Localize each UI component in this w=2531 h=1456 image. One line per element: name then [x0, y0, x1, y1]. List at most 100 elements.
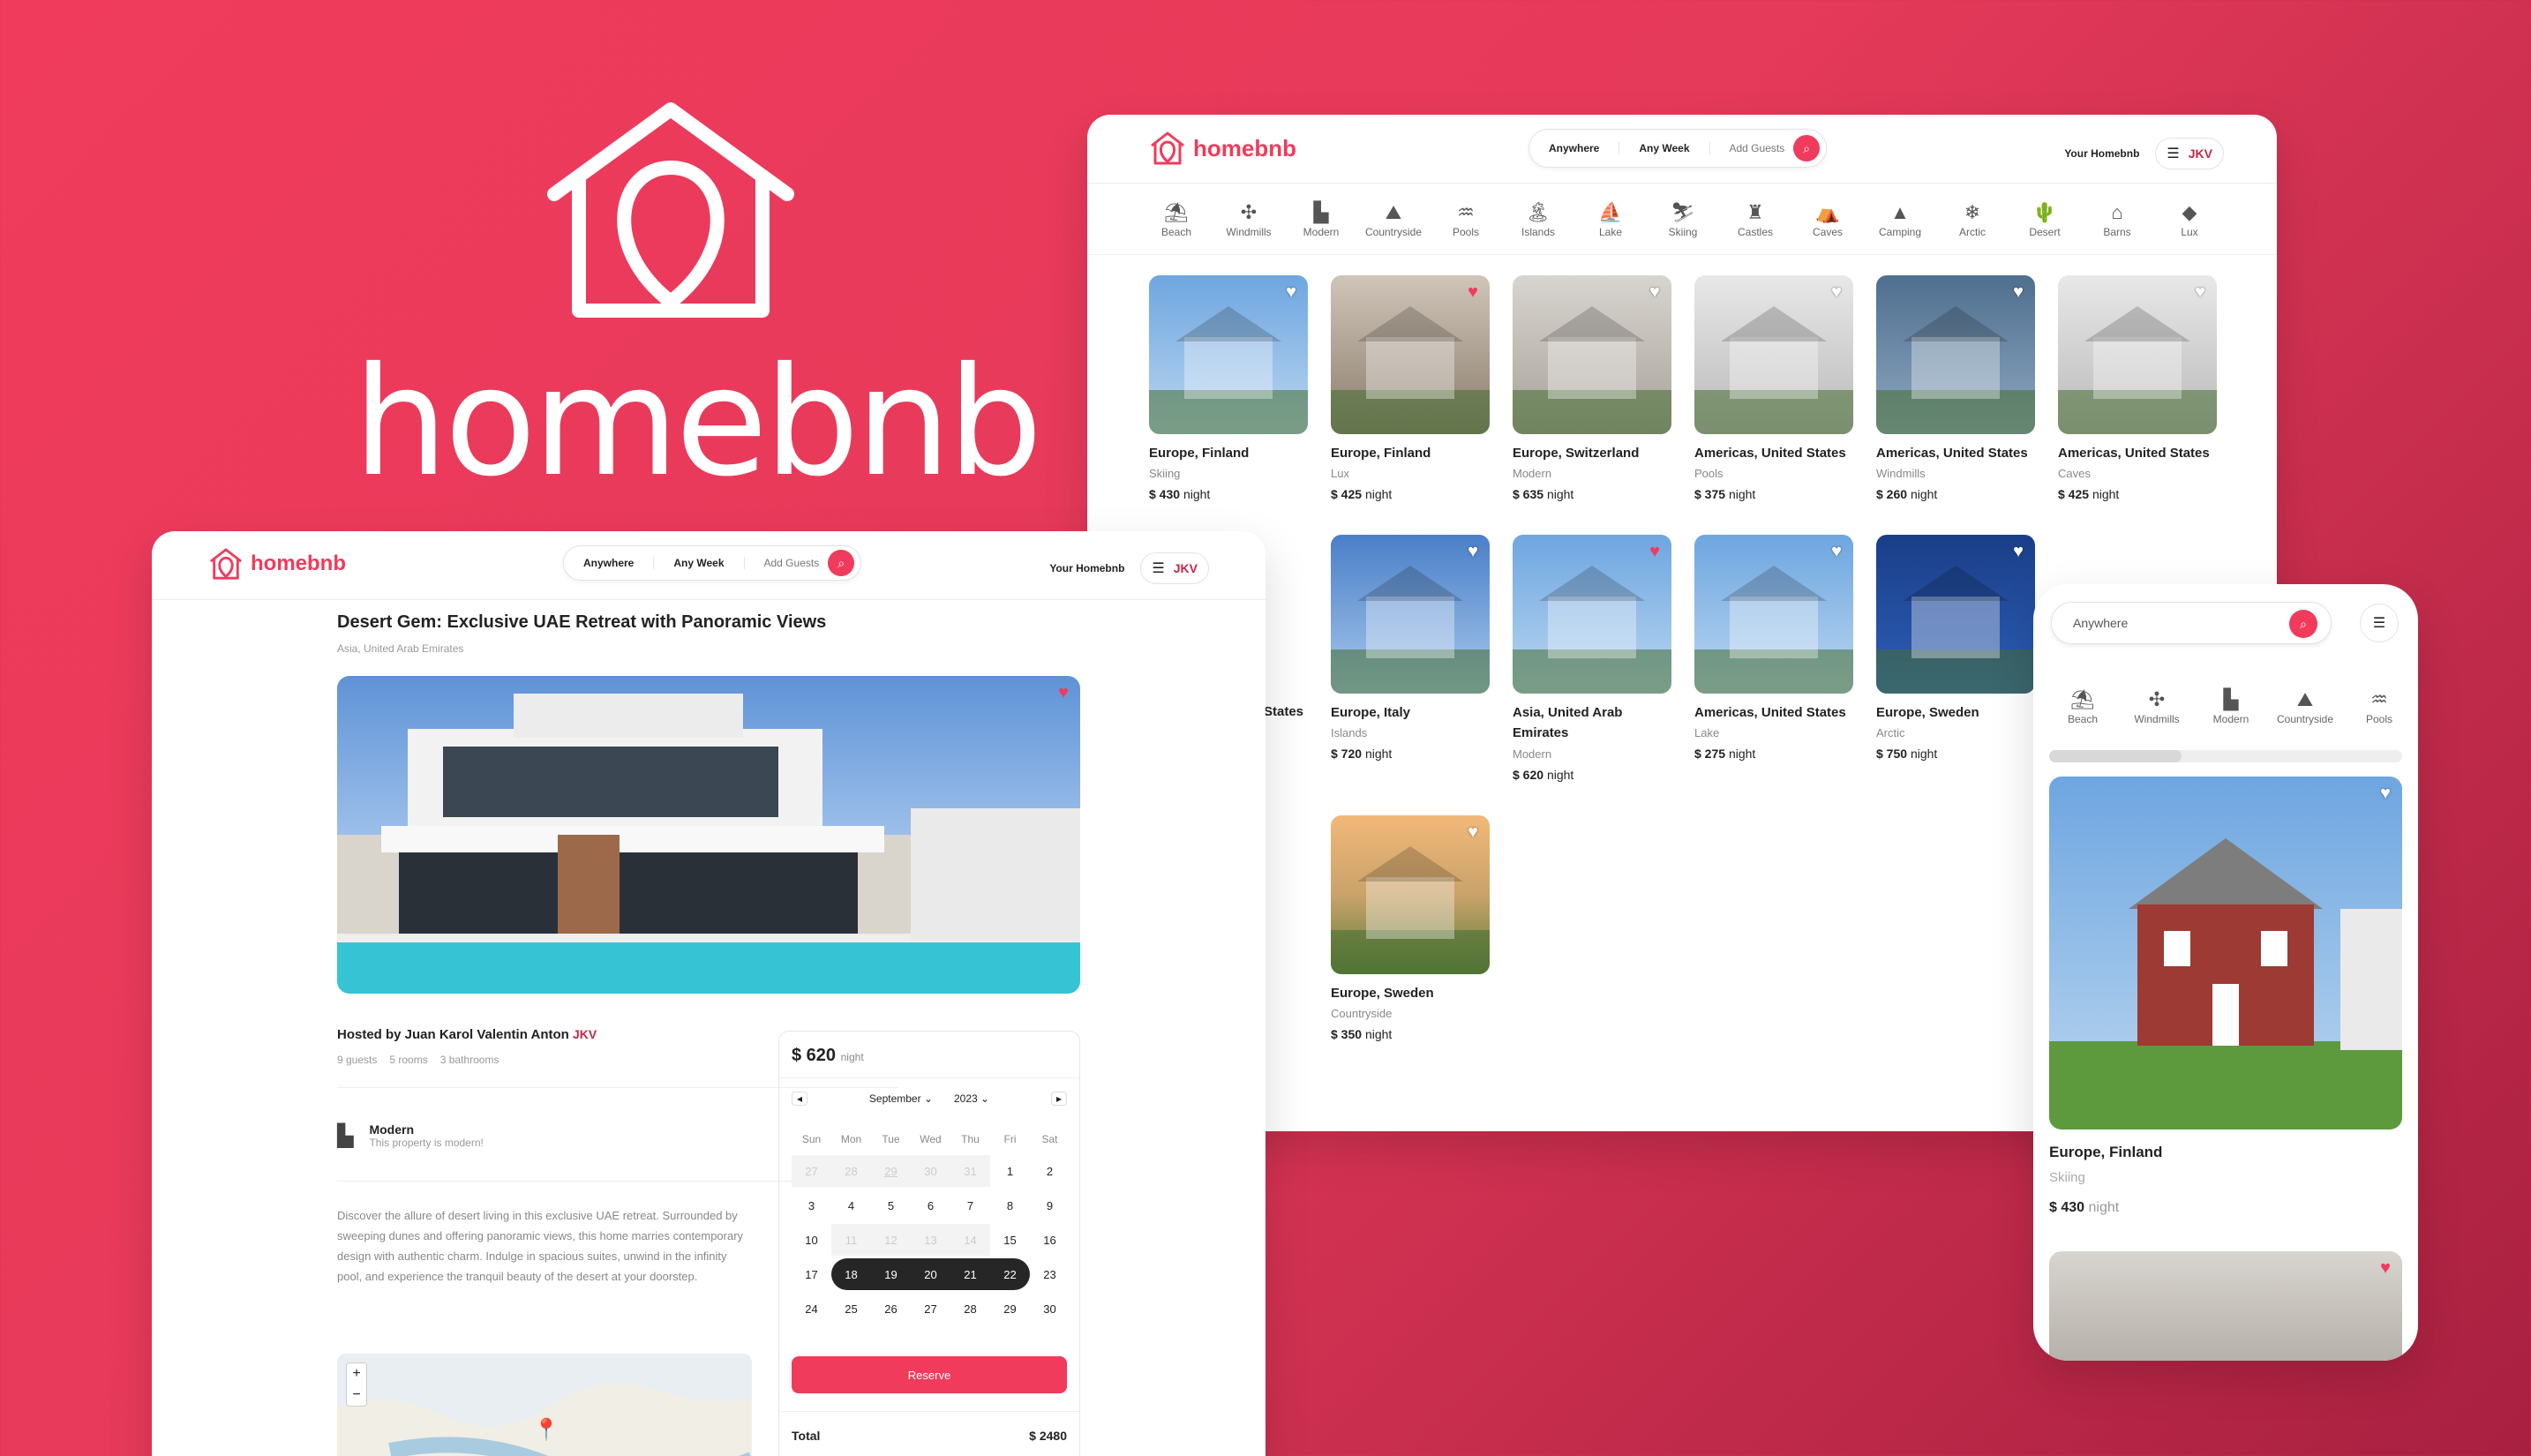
mobile-listing-photo-2[interactable]: ♥ — [2049, 1251, 2402, 1361]
category-modern[interactable]: ▙ Modern — [2194, 687, 2268, 725]
calendar-day[interactable]: 26 — [871, 1293, 911, 1325]
favorite-heart-icon[interactable]: ♥ — [1281, 282, 1301, 302]
user-menu[interactable]: ☰ JKV — [2155, 138, 2224, 169]
listing-card[interactable]: ♥ Europe, Sweden Countryside $ 350 night — [1331, 815, 1490, 1041]
category-caves[interactable]: ⛺ Caves — [1791, 199, 1864, 238]
calendar-day[interactable]: 12 — [871, 1224, 911, 1256]
calendar-day[interactable]: 14 — [950, 1224, 990, 1256]
calendar-day[interactable]: 29 — [871, 1155, 911, 1187]
calendar-day[interactable]: 27 — [792, 1155, 831, 1187]
scrollbar-thumb[interactable] — [2049, 750, 2182, 762]
your-homebnb-link[interactable]: Your Homebnb — [2064, 147, 2139, 160]
listing-photo[interactable]: ♥ — [337, 676, 1080, 994]
category-beach[interactable]: ⛱ Beach — [2046, 687, 2120, 725]
search-icon[interactable]: ⌕ — [828, 550, 855, 576]
favorite-heart-icon[interactable]: ♥ — [1463, 822, 1483, 842]
anywhere-filter[interactable]: Anywhere — [564, 557, 655, 569]
listing-photo[interactable]: ♥ — [1694, 275, 1853, 434]
calendar-day[interactable]: 8 — [990, 1190, 1030, 1221]
category-desert[interactable]: 🌵 Desert — [2009, 199, 2081, 238]
calendar-day[interactable]: 18 — [831, 1258, 871, 1290]
listing-photo[interactable]: ♥ — [1513, 535, 1671, 694]
category-windmills[interactable]: ✣ Windmills — [1213, 199, 1285, 238]
calendar-day[interactable]: 19 — [871, 1258, 911, 1290]
calendar-day[interactable]: 13 — [911, 1224, 950, 1256]
brand-logo[interactable]: homebnb — [1149, 131, 1296, 166]
calendar-day[interactable]: 21 — [950, 1258, 990, 1290]
calendar-day[interactable]: 2 — [1030, 1155, 1070, 1187]
calendar-day[interactable]: 30 — [1030, 1293, 1070, 1325]
calendar-day[interactable]: 5 — [871, 1190, 911, 1221]
calendar-day[interactable]: 6 — [911, 1190, 950, 1221]
favorite-heart-icon[interactable]: ♥ — [1645, 282, 1664, 302]
calendar-day[interactable]: 28 — [950, 1293, 990, 1325]
listing-photo[interactable]: ♥ — [1149, 275, 1308, 434]
listing-photo[interactable]: ♥ — [1331, 535, 1490, 694]
category-beach[interactable]: ⛱ Beach — [1140, 199, 1213, 238]
category-modern[interactable]: ▙ Modern — [1285, 199, 1357, 238]
category-countryside[interactable]: ⛰ Countryside — [2268, 687, 2342, 725]
listing-card[interactable]: ♥ Americas, United States Windmills $ 260 n… — [1876, 275, 2035, 501]
listing-card[interactable]: ♥ Asia, United Arab Emirates Modern $ 620 n… — [1513, 535, 1671, 782]
favorite-heart-icon[interactable]: ♥ — [1645, 542, 1664, 561]
category-islands[interactable]: 🏝 Islands — [1502, 199, 1574, 238]
favorite-heart-icon[interactable]: ♥ — [1463, 282, 1483, 302]
anywhere-filter[interactable]: Anywhere — [1529, 142, 1620, 154]
any-week-filter[interactable]: Any Week — [654, 557, 745, 569]
mobile-listing-photo[interactable]: ♥ — [2049, 777, 2402, 1130]
favorite-heart-icon[interactable]: ♥ — [1827, 282, 1846, 302]
mobile-menu-button[interactable]: ☰ — [2360, 604, 2399, 642]
listing-card[interactable]: ♥ Europe, Finland Skiing $ 430 night — [1149, 275, 1308, 501]
listing-photo[interactable]: ♥ — [1513, 275, 1671, 434]
calendar-day[interactable]: 24 — [792, 1293, 831, 1325]
user-menu[interactable]: ☰ JKV — [1140, 552, 1209, 584]
calendar-day[interactable]: 23 — [1030, 1258, 1070, 1290]
calendar-day[interactable]: 17 — [792, 1258, 831, 1290]
zoom-out-button[interactable]: − — [347, 1385, 366, 1406]
search-pill[interactable]: Anywhere Any Week Add Guests ⌕ — [1528, 129, 1828, 168]
category-lux[interactable]: ◆ Lux — [2153, 199, 2226, 238]
calendar-day[interactable]: 28 — [831, 1155, 871, 1187]
category-scrollbar[interactable] — [2049, 750, 2402, 762]
add-guests-filter[interactable]: Add Guests — [1710, 142, 1794, 154]
calendar-day[interactable]: 16 — [1030, 1224, 1070, 1256]
favorite-heart-icon[interactable]: ♥ — [2009, 282, 2028, 302]
calendar-day[interactable]: 1 — [990, 1155, 1030, 1187]
prev-month-icon[interactable]: ◂ — [792, 1092, 808, 1106]
favorite-heart-icon[interactable]: ♥ — [1463, 542, 1483, 561]
year-select[interactable]: 2023 ⌄ — [954, 1092, 989, 1105]
listing-photo[interactable]: ♥ — [1331, 815, 1490, 974]
listing-photo[interactable]: ♥ — [2058, 275, 2217, 434]
your-homebnb-link[interactable]: Your Homebnb — [1049, 562, 1124, 574]
listing-card[interactable]: ♥ Americas, United States Lake $ 275 night — [1694, 535, 1853, 761]
listing-card[interactable]: ♥ Europe, Switzerland Modern $ 635 night — [1513, 275, 1671, 501]
category-windmills[interactable]: ✣ Windmills — [2120, 687, 2194, 725]
search-icon[interactable]: ⌕ — [2289, 610, 2317, 638]
favorite-heart-icon[interactable]: ♥ — [2376, 784, 2395, 803]
calendar-day[interactable]: 15 — [990, 1224, 1030, 1256]
any-week-filter[interactable]: Any Week — [1619, 142, 1710, 154]
search-icon[interactable]: ⌕ — [1793, 135, 1821, 161]
listing-photo[interactable]: ♥ — [1876, 535, 2035, 694]
calendar-day[interactable]: 9 — [1030, 1190, 1070, 1221]
calendar-day[interactable]: 22 — [990, 1258, 1030, 1290]
calendar-day[interactable]: 20 — [911, 1258, 950, 1290]
category-arctic[interactable]: ❄ Arctic — [1936, 199, 2009, 238]
calendar-day[interactable]: 3 — [792, 1190, 831, 1221]
listing-card[interactable]: ♥ Europe, Sweden Arctic $ 750 night — [1876, 535, 2035, 761]
favorite-heart-icon[interactable]: ♥ — [2009, 542, 2028, 561]
listing-card[interactable]: ♥ Europe, Italy Islands $ 720 night — [1331, 535, 1490, 761]
mobile-search[interactable]: Anywhere ⌕ — [2051, 602, 2332, 644]
search-pill[interactable]: Anywhere Any Week Add Guests ⌕ — [563, 545, 862, 581]
calendar-day[interactable]: 29 — [990, 1293, 1030, 1325]
favorite-heart-icon[interactable]: ♥ — [1827, 542, 1846, 561]
next-month-icon[interactable]: ▸ — [1050, 1092, 1067, 1106]
category-castles[interactable]: ♜ Castles — [1719, 199, 1791, 238]
category-pools[interactable]: ♒ Pools — [1430, 199, 1502, 238]
listing-card[interactable]: ♥ Americas, United States Caves $ 425 night — [2058, 275, 2217, 501]
zoom-in-button[interactable]: + — [347, 1363, 366, 1385]
add-guests-filter[interactable]: Add Guests — [745, 557, 829, 569]
calendar-day[interactable]: 11 — [831, 1224, 871, 1256]
listing-photo[interactable]: ♥ — [1331, 275, 1490, 434]
listing-card[interactable]: ♥ Europe, Finland Lux $ 425 night — [1331, 275, 1490, 501]
